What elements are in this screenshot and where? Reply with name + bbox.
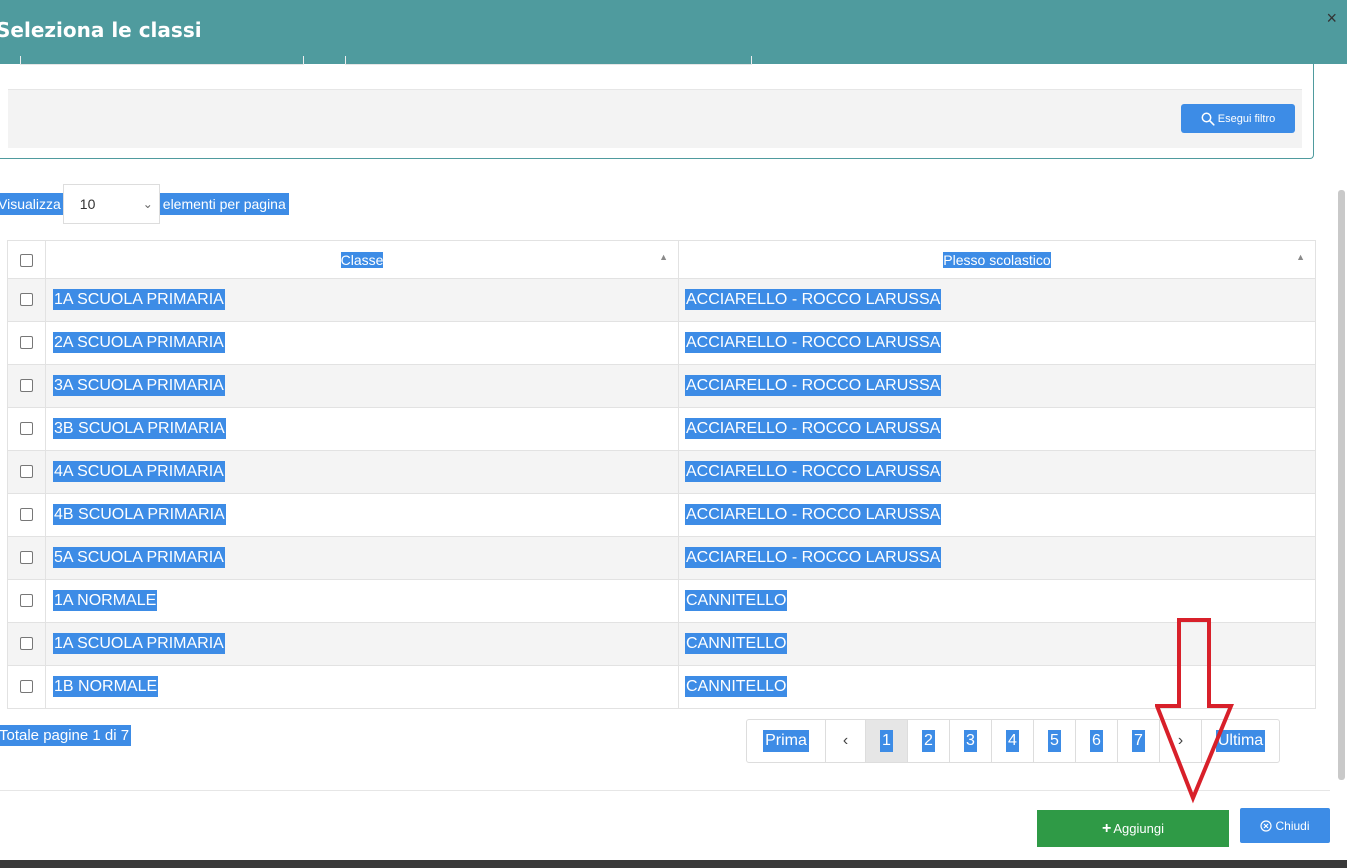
table-row[interactable]: 4B SCUOLA PRIMARIA ACCIARELLO - ROCCO LAR… [7, 493, 1316, 537]
select-all-checkbox[interactable] [20, 254, 33, 268]
page-1-button[interactable]: 1 [865, 720, 907, 762]
cell-plesso: ACCIARELLO - ROCCO LARUSSA [685, 504, 942, 525]
table-row[interactable]: 1A SCUOLA PRIMARIA ACCIARELLO - ROCCO LAR… [7, 278, 1316, 322]
plus-icon: + [1102, 819, 1112, 837]
row-checkbox[interactable] [20, 594, 33, 608]
search-icon [1201, 112, 1215, 126]
filter-panel [8, 89, 1302, 148]
close-circle-icon [1260, 819, 1273, 832]
table-row[interactable]: 3B SCUOLA PRIMARIA ACCIARELLO - ROCCO LAR… [7, 407, 1316, 451]
total-pages-text: Totale pagine 1 di 7 [0, 725, 132, 746]
sort-up-icon: ▲ [1296, 252, 1305, 262]
page-number: 3 [964, 730, 977, 752]
table-header-row: Classe ▲ Plesso scolastico ▲ [7, 240, 1316, 279]
footer-divider [0, 790, 1330, 791]
cell-plesso: ACCIARELLO - ROCCO LARUSSA [685, 547, 942, 568]
page-number: 2 [922, 730, 935, 752]
page-number: 7 [1132, 730, 1145, 752]
page-size-label: Visualizza [0, 193, 63, 215]
row-checkbox[interactable] [20, 508, 33, 522]
cell-plesso: ACCIARELLO - ROCCO LARUSSA [685, 375, 942, 396]
column-header-classe[interactable]: Classe ▲ [45, 240, 679, 279]
page-number: 6 [1090, 730, 1103, 752]
row-checkbox[interactable] [20, 680, 33, 694]
cell-classe: 5A SCUOLA PRIMARIA [53, 547, 225, 568]
page-prev-button[interactable]: ‹ [825, 720, 865, 762]
row-checkbox[interactable] [20, 422, 33, 436]
row-checkbox[interactable] [20, 379, 33, 393]
page-number: 5 [1048, 730, 1061, 752]
cell-classe: 4B SCUOLA PRIMARIA [53, 504, 226, 525]
page-size-select[interactable]: 10 ⌄ [62, 184, 160, 224]
cell-plesso: CANNITELLO [685, 633, 788, 654]
chevron-down-icon: ⌄ [142, 197, 153, 211]
add-button[interactable]: + Aggiungi [1037, 810, 1229, 847]
page-2-button[interactable]: 2 [907, 720, 949, 762]
page-first-button[interactable]: Prima [747, 720, 825, 762]
close-button-label: Chiudi [1275, 818, 1310, 833]
row-checkbox[interactable] [20, 336, 33, 350]
cell-classe: 1A SCUOLA PRIMARIA [53, 289, 225, 310]
cell-classe: 2A SCUOLA PRIMARIA [53, 332, 225, 353]
close-button[interactable]: Chiudi [1240, 808, 1330, 843]
page-size-control: Visualizza 10 ⌄ elementi per pagina [0, 184, 289, 224]
page-number: 4 [1006, 730, 1019, 752]
run-filter-label: Esegui filtro [1217, 112, 1276, 125]
filter-inputs-row [20, 56, 1310, 66]
table-row[interactable]: 1A SCUOLA PRIMARIA CANNITELLO [7, 622, 1316, 666]
page-5-button[interactable]: 5 [1033, 720, 1075, 762]
dialog-title: Seleziona le classi [0, 18, 202, 42]
table-body: 1A SCUOLA PRIMARIA ACCIARELLO - ROCCO LAR… [7, 278, 1316, 709]
page-size-suffix: elementi per pagina [159, 193, 289, 215]
page-size-value: 10 [79, 196, 96, 212]
filter-input-1[interactable] [20, 56, 304, 65]
cell-plesso: ACCIARELLO - ROCCO LARUSSA [685, 332, 942, 353]
table-row[interactable]: 4A SCUOLA PRIMARIA ACCIARELLO - ROCCO LAR… [7, 450, 1316, 494]
cell-plesso: CANNITELLO [685, 676, 788, 697]
sort-up-icon: ▲ [659, 252, 668, 262]
column-header-plesso-label: Plesso scolastico [943, 251, 1051, 268]
add-button-label: Aggiungi [1113, 821, 1164, 836]
table-row[interactable]: 2A SCUOLA PRIMARIA ACCIARELLO - ROCCO LAR… [7, 321, 1316, 365]
cell-plesso: ACCIARELLO - ROCCO LARUSSA [685, 461, 942, 482]
select-all-cell [7, 240, 46, 279]
cell-classe: 1A NORMALE [53, 590, 158, 611]
page-7-button[interactable]: 7 [1117, 720, 1159, 762]
cell-classe: 3A SCUOLA PRIMARIA [53, 375, 225, 396]
row-checkbox[interactable] [20, 293, 33, 307]
cell-plesso: ACCIARELLO - ROCCO LARUSSA [685, 418, 942, 439]
cell-classe: 1A SCUOLA PRIMARIA [53, 633, 225, 654]
cell-plesso: CANNITELLO [685, 590, 788, 611]
column-header-classe-label: Classe [340, 251, 384, 268]
table-row[interactable]: 1A NORMALE CANNITELLO [7, 579, 1316, 623]
scrollbar[interactable] [1338, 190, 1345, 780]
bottom-bar [0, 860, 1347, 868]
table-row[interactable]: 1B NORMALE CANNITELLO [7, 665, 1316, 709]
annotation-arrow-icon [1155, 618, 1234, 804]
filter-input-2[interactable] [345, 56, 752, 65]
row-checkbox[interactable] [20, 465, 33, 479]
row-checkbox[interactable] [20, 551, 33, 565]
row-checkbox[interactable] [20, 637, 33, 651]
cell-classe: 1B NORMALE [53, 676, 159, 697]
page-4-button[interactable]: 4 [991, 720, 1033, 762]
table-row[interactable]: 3A SCUOLA PRIMARIA ACCIARELLO - ROCCO LAR… [7, 364, 1316, 408]
run-filter-button[interactable]: Esegui filtro [1181, 104, 1295, 133]
dialog-header: Seleziona le classi × [0, 0, 1347, 64]
page-6-button[interactable]: 6 [1075, 720, 1117, 762]
chevron-left-icon: ‹ [842, 732, 849, 749]
cell-classe: 3B SCUOLA PRIMARIA [53, 418, 226, 439]
cell-classe: 4A SCUOLA PRIMARIA [53, 461, 225, 482]
page-first-label: Prima [763, 730, 809, 752]
page-3-button[interactable]: 3 [949, 720, 991, 762]
classes-table: Classe ▲ Plesso scolastico ▲ 1A SCUOLA P… [7, 240, 1316, 709]
page-number: 1 [880, 730, 893, 752]
table-row[interactable]: 5A SCUOLA PRIMARIA ACCIARELLO - ROCCO LAR… [7, 536, 1316, 580]
column-header-plesso[interactable]: Plesso scolastico ▲ [678, 240, 1316, 279]
close-icon[interactable]: × [1326, 8, 1337, 28]
cell-plesso: ACCIARELLO - ROCCO LARUSSA [685, 289, 942, 310]
